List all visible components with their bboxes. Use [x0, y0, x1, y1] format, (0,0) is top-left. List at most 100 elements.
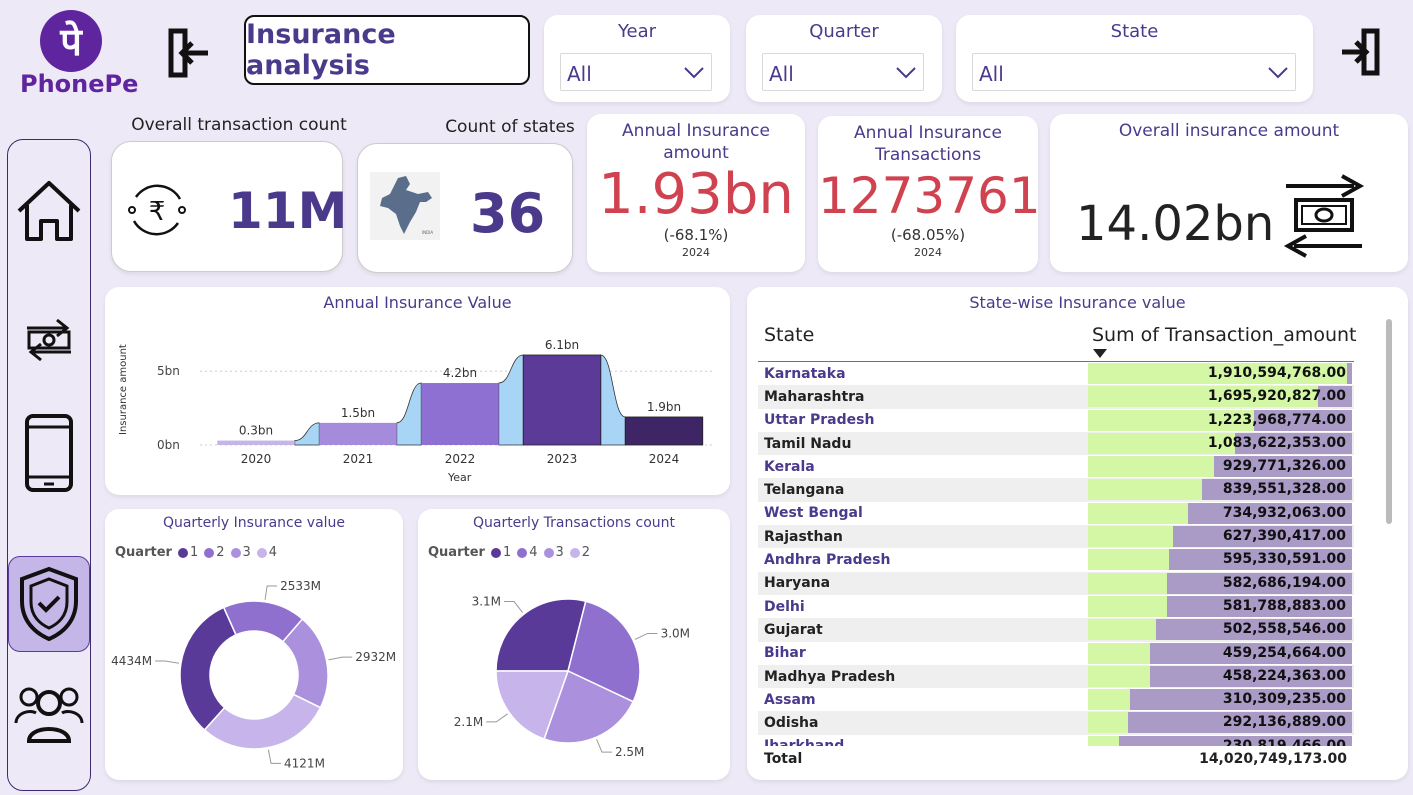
year-dropdown-value: All: [567, 62, 592, 86]
back-button[interactable]: [168, 28, 212, 78]
value-cell: 581,788,883.00: [1222, 597, 1346, 614]
value-cell: 1,910,594,768.00: [1207, 365, 1346, 381]
state-cell: Kerala: [764, 458, 815, 475]
year-slicer: Year All: [544, 15, 730, 102]
state-cell: Madhya Pradesh: [764, 668, 896, 685]
slice-data-label: 2533M: [280, 579, 321, 593]
value-data-bar: [1088, 595, 1167, 617]
value-cell: 292,136,889.00: [1222, 714, 1346, 731]
table-row[interactable]: Rajasthan 627,390,417.00: [758, 525, 1354, 549]
state-cell: Odisha: [764, 715, 819, 732]
quarterly-transactions-pie: 3.1M 3.0M 2.5M 2.1M: [454, 595, 690, 760]
table-row[interactable]: Gujarat 502,558,546.00: [758, 618, 1354, 642]
value-bar-cell: 734,932,063.00: [1088, 502, 1352, 524]
value-bar-cell: 581,788,883.00: [1088, 595, 1352, 617]
ribbon-connector: [294, 422, 320, 446]
annual-insurance-transactions-label: Annual Insurance Transactions: [818, 122, 1038, 166]
annual-insurance-amount-label-line1: Annual Insurance: [622, 121, 770, 141]
count-of-states-label: Count of states: [445, 117, 575, 137]
state-cell: Tamil Nadu: [764, 435, 852, 452]
table-row[interactable]: Tamil Nadu 1,083,622,353.00: [758, 431, 1354, 456]
bar-2024: [624, 416, 704, 446]
table-row[interactable]: Odisha 292,136,889.00: [758, 711, 1354, 735]
quarterly-insurance-value-chart: Quarterly Insurance value Quarter 1 2 3 4 44…: [105, 509, 403, 780]
value-data-bar: [1088, 572, 1167, 594]
overall-transaction-count-value: 11M: [228, 182, 348, 240]
annual-insurance-transactions-label-line2: Transactions: [874, 145, 982, 165]
ribbon-connector: [498, 354, 524, 446]
table-row[interactable]: Kerala 929,771,326.00: [758, 455, 1354, 478]
table-row[interactable]: Uttar Pradesh 1,223,968,774.00: [758, 409, 1354, 432]
value-bar-cell: 292,136,889.00: [1088, 712, 1352, 734]
table-scrollbar[interactable]: [1386, 319, 1392, 524]
annual-insurance-amount-card: Annual Insurance amount 1.93bn (-68.1%) …: [587, 114, 805, 272]
value-cell: 929,771,326.00: [1222, 458, 1346, 475]
leader-line: [486, 713, 508, 723]
value-bar-cell: 1,223,968,774.00: [1088, 409, 1352, 431]
state-cell: West Bengal: [764, 505, 863, 522]
table-row[interactable]: West Bengal 734,932,063.00: [758, 502, 1354, 525]
y-tick-label: 0bn: [157, 438, 180, 452]
table-row[interactable]: Madhya Pradesh 458,224,363.00: [758, 664, 1354, 689]
table-row[interactable]: Andhra Pradesh 595,330,591.00: [758, 548, 1354, 571]
leader-line: [504, 601, 523, 613]
y-tick-label: 5bn: [157, 364, 180, 378]
slice-data-label: 2.5M: [615, 745, 644, 759]
leader-line: [634, 632, 658, 640]
table-row[interactable]: Maharashtra 1,695,920,827.00: [758, 385, 1354, 409]
nav-transactions[interactable]: [8, 295, 90, 385]
value-data-bar: [1088, 642, 1151, 664]
value-bar-cell: 627,390,417.00: [1088, 526, 1352, 548]
nav-mobile[interactable]: [8, 408, 90, 498]
value-data-bar: [1088, 619, 1157, 641]
slice-data-label: 4434M: [111, 654, 152, 668]
table-row[interactable]: Jharkhand 230,819,466.00: [758, 735, 1354, 746]
phonepe-logo-icon: पे: [40, 10, 102, 72]
annual-insurance-value-chart: Annual Insurance Value 0bn 5bn Insurance a…: [105, 287, 730, 495]
table-row[interactable]: Bihar 459,254,664.00: [758, 642, 1354, 665]
value-cell: 1,695,920,827.00: [1207, 388, 1346, 405]
value-cell: 502,558,546.00: [1222, 621, 1346, 638]
overall-insurance-amount-label: Overall insurance amount: [1118, 121, 1340, 141]
state-cell: Telangana: [764, 482, 845, 499]
table-row[interactable]: Karnataka 1,910,594,768.00: [758, 362, 1354, 385]
chevron-down-icon: [896, 67, 916, 79]
year-dropdown[interactable]: All: [560, 53, 712, 91]
quarterly-transactions-count-chart: Quarterly Transactions count Quarter 1 4 3 2…: [418, 509, 730, 780]
overall-transaction-count-card: ₹ 11M: [111, 141, 347, 272]
value-cell: 1,223,968,774.00: [1207, 411, 1346, 428]
state-cell: Uttar Pradesh: [764, 412, 875, 429]
table-row[interactable]: Delhi 581,788,883.00: [758, 595, 1354, 618]
slice-data-label: 3.1M: [472, 595, 501, 609]
table-row[interactable]: Assam 310,309,235.00: [758, 688, 1354, 711]
exit-left-icon: [168, 28, 208, 78]
bar-2020: [217, 440, 295, 445]
state-cell: Jharkhand: [758, 738, 1088, 746]
leader-line: [155, 660, 179, 664]
state-dropdown[interactable]: All: [972, 53, 1296, 91]
quarter-dropdown[interactable]: All: [762, 53, 924, 91]
value-bar-cell: 502,558,546.00: [1088, 619, 1352, 641]
value-column-header[interactable]: Sum of Transaction_amount: [1092, 324, 1357, 346]
annual-insurance-amount-value: 1.93bn: [598, 162, 794, 227]
state-column-header[interactable]: State: [764, 324, 814, 346]
value-bar-cell: 458,224,363.00: [1088, 665, 1352, 687]
value-cell: 1,083,622,353.00: [1207, 434, 1346, 451]
table-total-label: Total: [764, 751, 803, 767]
value-cell: 582,686,194.00: [1222, 574, 1346, 591]
table-row[interactable]: Haryana 582,686,194.00: [758, 571, 1354, 595]
ribbon-connector: [396, 382, 422, 446]
x-axis-label: Year: [447, 471, 472, 484]
nav-insurance[interactable]: [8, 556, 90, 652]
nav-home[interactable]: [8, 165, 90, 255]
table-row[interactable]: Telangana 839,551,328.00: [758, 478, 1354, 502]
annual-insurance-transactions-card: Annual Insurance Transactions 1273761 (-…: [818, 116, 1041, 272]
state-cell: Andhra Pradesh: [764, 552, 891, 569]
next-page-button[interactable]: [1340, 28, 1380, 76]
value-cell: 627,390,417.00: [1222, 528, 1346, 545]
nav-users[interactable]: [8, 668, 90, 758]
state-table-title: State-wise Insurance value: [969, 293, 1186, 312]
sort-descending-icon: [1093, 349, 1107, 358]
value-cell: 734,932,063.00: [1222, 504, 1346, 521]
value-data-bar: [1088, 502, 1188, 524]
